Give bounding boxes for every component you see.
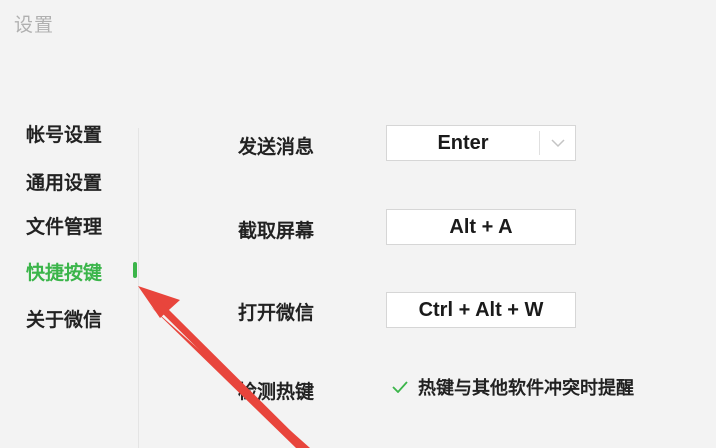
sidebar-item-general-settings[interactable]: 通用设置: [26, 168, 102, 195]
sidebar-divider: [138, 128, 139, 448]
send-message-label: 发送消息: [238, 136, 315, 158]
screenshot-label: 截取屏幕: [238, 220, 315, 242]
sidebar-active-indicator: [133, 262, 137, 278]
open-wechat-label: 打开微信: [238, 302, 315, 324]
open-wechat-key-field[interactable]: Ctrl + Alt + W: [386, 292, 576, 328]
sidebar-item-about-wechat[interactable]: 关于微信: [26, 305, 102, 332]
send-message-key-value: Enter: [437, 131, 489, 154]
window-title: 设置: [14, 14, 55, 36]
checkmark-icon: [392, 379, 408, 395]
sidebar-item-shortcut-keys[interactable]: 快捷按键: [26, 258, 102, 285]
sidebar-item-file-management[interactable]: 文件管理: [26, 212, 102, 239]
detect-hotkey-label: 检测热键: [238, 381, 315, 403]
sidebar-item-account-settings[interactable]: 帐号设置: [26, 120, 102, 147]
screenshot-key-field[interactable]: Alt + A: [386, 209, 576, 245]
chevron-down-icon[interactable]: [540, 138, 575, 148]
send-message-key-select[interactable]: Enter: [386, 125, 576, 161]
hotkey-conflict-checkbox-label: 热键与其他软件冲突时提醒: [418, 378, 634, 399]
hotkey-conflict-checkbox[interactable]: 热键与其他软件冲突时提醒: [392, 374, 634, 400]
